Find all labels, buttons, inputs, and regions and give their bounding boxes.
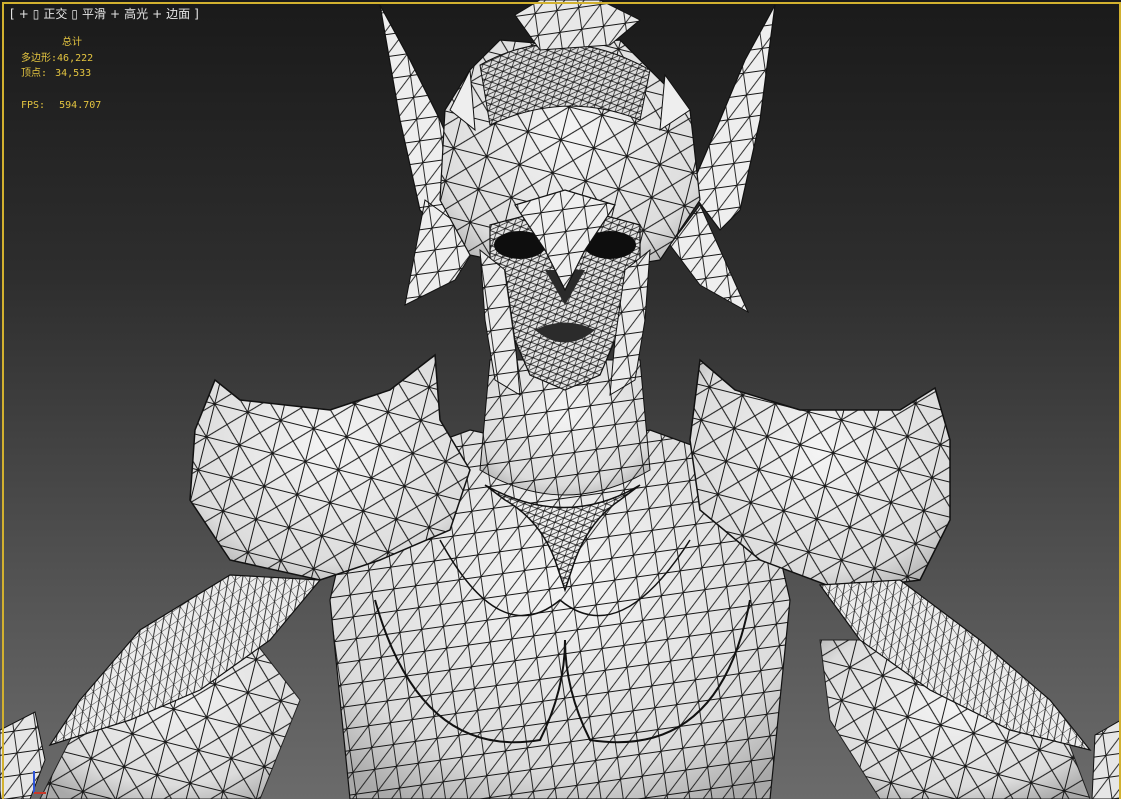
perspective-viewport[interactable]: [+ ▯ 正交 ▯ 平滑 + 高光 + 边面] 总计 多边形:46,222 顶点: 34,533… bbox=[0, 0, 1121, 799]
character-wireframe-model[interactable] bbox=[0, 0, 1121, 799]
viewport-label-segment[interactable]: 边面 bbox=[166, 7, 190, 21]
stats-polygons-label: 多边形: bbox=[21, 53, 58, 64]
viewport-label-menu[interactable]: [+ ▯ 正交 ▯ 平滑 + 高光 + 边面] bbox=[10, 5, 203, 23]
viewport-label-segment[interactable]: + bbox=[152, 7, 162, 21]
stats-fps-value: 594.707 bbox=[59, 100, 102, 111]
viewport-label-segment[interactable]: + bbox=[110, 7, 120, 21]
viewport-label-segment[interactable]: 正交 bbox=[43, 7, 67, 21]
face-mask bbox=[479, 189, 651, 396]
stats-fps: FPS: 594.707 bbox=[21, 99, 101, 113]
stats-vertices: 顶点: 34,533 bbox=[21, 67, 91, 81]
stats-fps-label: FPS: bbox=[21, 100, 46, 111]
viewport-label-segment[interactable]: 高光 bbox=[124, 7, 148, 21]
viewport-label-segment[interactable]: 平滑 bbox=[82, 7, 106, 21]
viewport-label-segment[interactable]: + bbox=[19, 7, 29, 21]
stats-polygons: 多边形:46,222 bbox=[21, 52, 93, 66]
stats-vertices-label: 顶点: bbox=[21, 68, 48, 79]
stats-total-title: 总计 bbox=[62, 37, 82, 48]
viewport-label-segment[interactable]: ▯ bbox=[33, 7, 40, 21]
stats-polygons-value: 46,222 bbox=[57, 53, 94, 64]
axis-gizmo-icon bbox=[33, 771, 46, 794]
viewport-label-segment[interactable]: ▯ bbox=[71, 7, 78, 21]
stats-vertices-value: 34,533 bbox=[55, 68, 92, 79]
viewport-label-segment: ] bbox=[194, 7, 199, 21]
viewport-label-segment: [ bbox=[10, 7, 15, 21]
